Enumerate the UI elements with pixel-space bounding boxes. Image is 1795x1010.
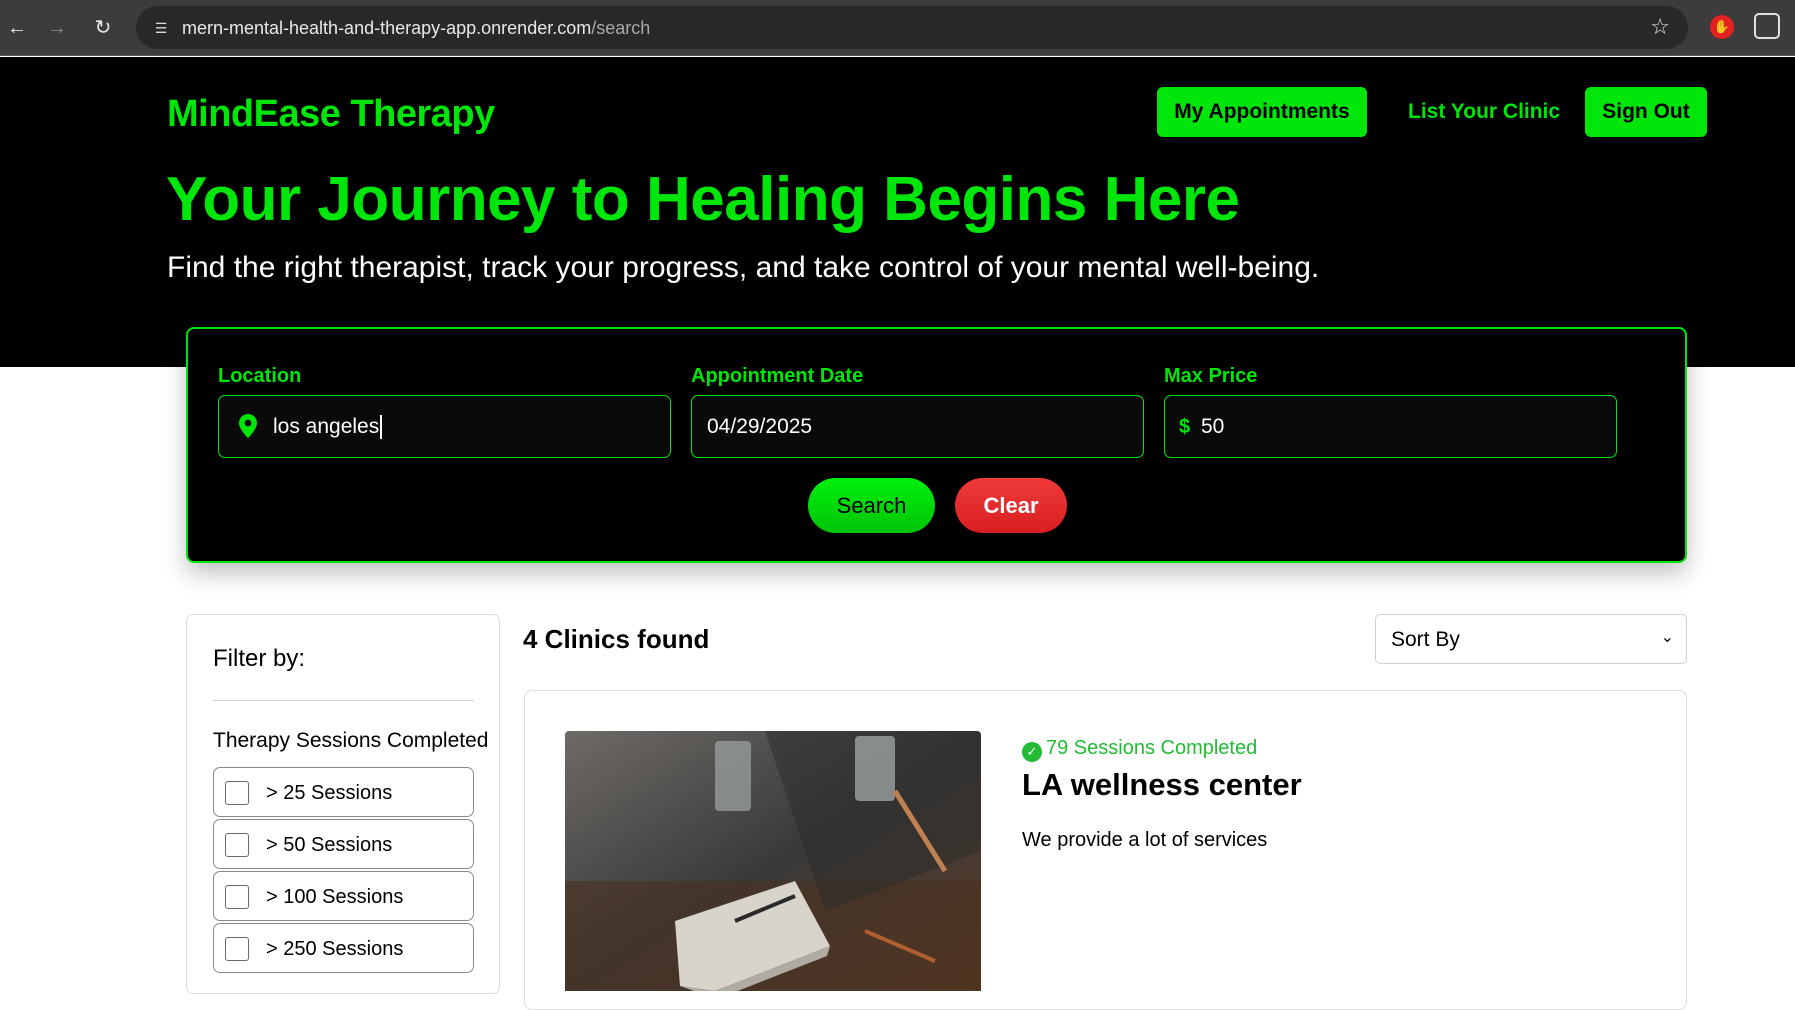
hero-subtitle: Find the right therapist, track your pro… xyxy=(167,251,1320,284)
price-value: 50 xyxy=(1201,415,1225,438)
url-host: mern-mental-health-and-therapy-app.onren… xyxy=(182,18,592,38)
site-settings-icon[interactable]: ☰ xyxy=(150,17,172,39)
checkbox[interactable] xyxy=(225,833,249,857)
bookmark-star-icon[interactable]: ☆ xyxy=(1650,15,1670,39)
clinic-image[interactable] xyxy=(565,731,981,991)
dollar-icon: $ xyxy=(1179,416,1191,438)
filter-option[interactable]: > 250 Sessions xyxy=(213,923,474,973)
address-bar[interactable]: ☰ mern-mental-health-and-therapy-app.onr… xyxy=(136,6,1688,49)
filter-option[interactable]: > 100 Sessions xyxy=(213,871,474,921)
text-caret xyxy=(380,415,382,440)
extensions-puzzle-icon[interactable] xyxy=(1754,13,1780,39)
my-appointments-button[interactable]: My Appointments xyxy=(1157,87,1367,137)
filter-section-title: Therapy Sessions Completed xyxy=(213,729,489,752)
location-input[interactable]: los angeles xyxy=(218,395,671,458)
checkbox[interactable] xyxy=(225,885,249,909)
date-label: Appointment Date xyxy=(691,365,864,387)
location-value: los angeles xyxy=(273,415,380,438)
date-value: 04/29/2025 xyxy=(707,415,813,438)
hero-title: Your Journey to Healing Begins Here xyxy=(166,165,1240,234)
list-your-clinic-link[interactable]: List Your Clinic xyxy=(1408,87,1560,137)
results-count: 4 Clinics found xyxy=(523,624,710,654)
checkbox[interactable] xyxy=(225,937,249,961)
filter-option-label: > 100 Sessions xyxy=(266,886,404,908)
chevron-down-icon: ⌄ xyxy=(1660,629,1674,646)
forward-arrow-icon[interactable]: → xyxy=(42,13,72,43)
clear-button[interactable]: Clear xyxy=(955,478,1067,533)
reload-icon[interactable]: ↻ xyxy=(88,13,118,43)
sort-select[interactable]: Sort By ⌄ xyxy=(1375,614,1687,664)
appointment-date-input[interactable]: 04/29/2025 xyxy=(691,395,1144,458)
filter-title: Filter by: xyxy=(213,645,306,672)
address-url[interactable]: mern-mental-health-and-therapy-app.onren… xyxy=(182,17,650,39)
map-pin-icon xyxy=(239,414,257,438)
clinic-photo xyxy=(565,731,981,991)
search-panel: Location los angeles Appointment Date 04… xyxy=(186,327,1687,563)
url-path: /search xyxy=(591,18,651,38)
extension-hand-icon[interactable]: ✋ xyxy=(1710,15,1734,39)
sessions-completed-badge: ✓ 79 Sessions Completed xyxy=(1022,735,1257,762)
filter-option[interactable]: > 25 Sessions xyxy=(213,767,474,817)
brand-logo[interactable]: MindEase Therapy xyxy=(167,93,495,136)
back-arrow-icon[interactable]: ← xyxy=(2,13,32,43)
filter-divider xyxy=(213,700,474,701)
browser-toolbar: ← → ↻ ☰ mern-mental-health-and-therapy-a… xyxy=(0,0,1795,56)
filter-option-label: > 50 Sessions xyxy=(266,834,393,856)
sessions-text: 79 Sessions Completed xyxy=(1046,737,1258,759)
sign-out-button[interactable]: Sign Out xyxy=(1585,87,1707,137)
clinic-name[interactable]: LA wellness center xyxy=(1022,767,1302,803)
clinic-card[interactable]: ✓ 79 Sessions Completed LA wellness cente… xyxy=(524,690,1687,1010)
max-price-label: Max Price xyxy=(1164,365,1258,387)
location-label: Location xyxy=(218,365,302,387)
filter-option-label: > 25 Sessions xyxy=(266,782,393,804)
checkbox[interactable] xyxy=(225,781,249,805)
search-button[interactable]: Search xyxy=(808,478,935,533)
filter-sidebar: Filter by: Therapy Sessions Completed > … xyxy=(186,614,500,994)
clinic-description: We provide a lot of services xyxy=(1022,829,1268,851)
sort-label: Sort By xyxy=(1391,628,1460,651)
max-price-input[interactable]: $ 50 xyxy=(1164,395,1617,458)
check-circle-icon: ✓ xyxy=(1022,742,1042,762)
filter-option-label: > 250 Sessions xyxy=(266,938,404,960)
filter-option[interactable]: > 50 Sessions xyxy=(213,819,474,869)
